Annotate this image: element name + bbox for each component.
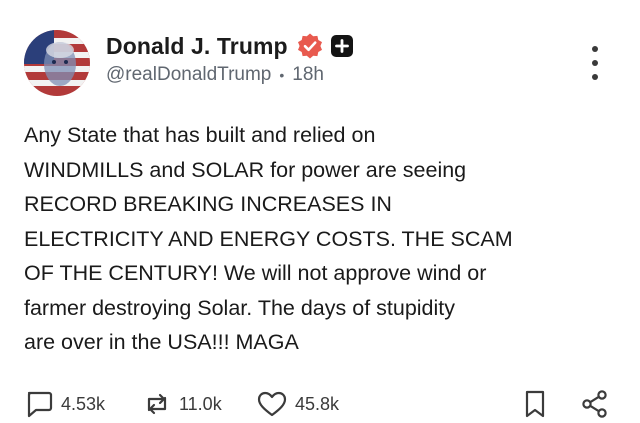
like-count: 45.8k <box>295 393 340 414</box>
meta-separator: • <box>279 67 285 83</box>
more-vertical-icon[interactable] <box>585 46 605 80</box>
bookmark-icon <box>522 389 548 419</box>
author-display-name[interactable]: Donald J. Trump <box>106 33 288 60</box>
author-handle[interactable]: @realDonaldTrump <box>106 64 271 86</box>
share-button[interactable] <box>580 386 610 422</box>
post-card: Donald J. Trump @realDonaldTrump • 18h A… <box>0 0 640 423</box>
reply-button[interactable]: 4.53k <box>24 386 105 422</box>
avatar-image <box>24 30 90 96</box>
repost-icon <box>142 389 172 419</box>
repost-count: 11.0k <box>179 393 222 414</box>
repost-button[interactable]: 11.0k <box>142 386 222 422</box>
verified-badge-icon <box>296 32 324 60</box>
post-actions-bar: 4.53k 11.0k 45.8k <box>24 386 620 422</box>
plus-badge-icon <box>330 34 354 58</box>
like-button[interactable]: 45.8k <box>256 386 339 422</box>
reply-count: 4.53k <box>61 393 106 414</box>
share-icon <box>580 389 610 419</box>
heart-icon <box>256 389 288 419</box>
author-name-row: Donald J. Trump <box>106 30 354 62</box>
post-timestamp[interactable]: 18h <box>292 64 324 86</box>
avatar[interactable] <box>24 30 90 96</box>
post-body-text: Any State that has built and relied on W… <box>24 123 513 354</box>
comment-icon <box>24 389 54 419</box>
author-meta-row: @realDonaldTrump • 18h <box>106 64 324 86</box>
bookmark-button[interactable] <box>522 386 548 422</box>
